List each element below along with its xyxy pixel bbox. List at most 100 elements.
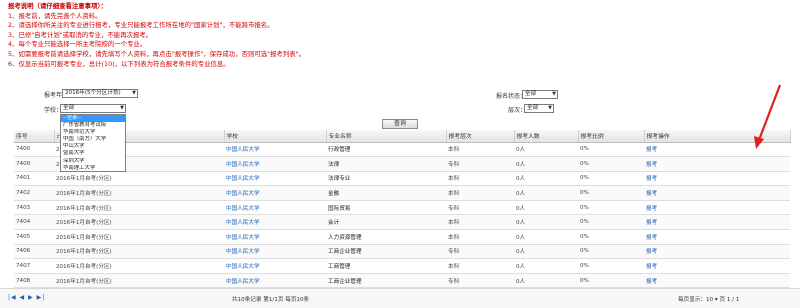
notice-line: 1、报考前，请先完善个人资料。: [8, 11, 102, 20]
cell-ratio: 0%: [578, 171, 644, 187]
cell-count: 0人: [514, 156, 578, 172]
table-row: 74002016年（1-5月）（分区）中国人民大学行政管理本科0人0%报考: [14, 142, 790, 158]
cell-school[interactable]: 中国人民大学: [224, 142, 326, 158]
cell-action[interactable]: 报考: [644, 273, 790, 289]
cell-action[interactable]: 报考: [644, 214, 790, 231]
cell-level: 本科: [446, 214, 514, 231]
cell-level: 专科: [446, 244, 514, 260]
level-select-value: 全部: [527, 105, 539, 111]
cell-plan: 2016年1月自考(分区): [54, 258, 224, 274]
cell-ratio: 0%: [578, 244, 644, 260]
cell-count: 0人: [514, 214, 578, 231]
dropdown-option[interactable]: 华南理工大学: [61, 165, 125, 172]
notice-line: 2、请选择你所关注的专业进行报考，专业只能报考工作所在地的"国家计划"，不能跨市…: [8, 21, 274, 30]
table-row: 7405 2016年1月自考(分区) 中国人民大学 人力资源管理 本科 0人 0% 报考: [14, 229, 790, 245]
cell-count: 0人: [514, 200, 578, 216]
col-header-index[interactable]: 序号: [14, 130, 55, 143]
cell-action[interactable]: 报考: [644, 244, 790, 260]
cell-ratio: 0%: [578, 229, 644, 245]
dropdown-option[interactable]: 深圳大学: [61, 158, 125, 165]
col-header-count[interactable]: 报考人数: [514, 130, 579, 143]
col-header-school[interactable]: 学校: [224, 130, 327, 143]
col-header-level[interactable]: 报考层次: [446, 130, 515, 143]
cell-ratio: 0%: [578, 214, 644, 231]
cell-action[interactable]: 报考: [644, 156, 790, 172]
cell-major: 人力资源管理: [326, 229, 446, 245]
cell-major: 行政管理: [326, 142, 446, 158]
table-row: 7404 2016年1月自考(分区) 中国人民大学 会计 本科 0人 0% 报考: [14, 214, 790, 231]
year-select[interactable]: 2016年(5个分区计划) ▼: [62, 89, 138, 98]
cell-index: 7400: [14, 156, 54, 172]
dropdown-option[interactable]: 华南师范大学: [61, 129, 125, 136]
query-button[interactable]: 查询: [382, 119, 418, 129]
cell-school[interactable]: 中国人民大学: [224, 229, 326, 245]
col-header-major[interactable]: 专业名称: [326, 130, 447, 143]
chevron-down-icon: ▼: [552, 91, 556, 97]
cell-plan: 2016年1月自考(分区): [54, 185, 224, 201]
cell-major: 会计: [326, 214, 446, 231]
cell-action[interactable]: 报考: [644, 258, 790, 274]
cell-school[interactable]: 中国人民大学: [224, 156, 326, 172]
status-select-value: 全部: [525, 91, 537, 97]
cell-ratio: 0%: [578, 200, 644, 216]
cell-index: 7402: [14, 185, 54, 201]
cell-major: 法律专业: [326, 171, 446, 187]
pagination-bar: |◀ ◀ ▶ ▶| 共10条记录 第1/1页 每页10条 每页显示：10 ▾ 页…: [0, 288, 800, 308]
cell-action[interactable]: 报考: [644, 171, 790, 187]
status-select[interactable]: 全部 ▼: [522, 90, 558, 99]
cell-count: 0人: [514, 142, 578, 158]
notice-line: 5、如需要报考前请选择学校，请先填写个人资料，再点击"报考操作"，保存成功，否则…: [8, 49, 306, 58]
cell-school[interactable]: 中国人民大学: [224, 273, 326, 289]
notice-title: 报考说明（请仔细查看注意事项）：: [8, 2, 108, 10]
school-select[interactable]: 全部 ▼: [60, 104, 126, 113]
dropdown-option[interactable]: --全部--: [61, 115, 125, 123]
cell-action[interactable]: 报考: [644, 229, 790, 245]
cell-action[interactable]: 报考: [644, 185, 790, 201]
table-header-row: 序号 计划名称 学校 专业名称 报考层次 报考人数 报考比例 报考操作: [14, 130, 791, 143]
year-select-value: 2016年(5个分区计划): [65, 90, 121, 96]
cell-school[interactable]: 中国人民大学: [224, 258, 326, 274]
cell-major: 国际贸易: [326, 200, 446, 216]
cell-index: 7403: [14, 200, 54, 216]
col-header-ratio[interactable]: 报考比例: [578, 130, 645, 143]
cell-plan: 2016年1月自考(分区): [54, 214, 224, 231]
cell-level: 本科: [446, 258, 514, 274]
notice-line: 4、每个专业只能选择一所主考院校的一个专业。: [8, 40, 147, 49]
pager-size[interactable]: 每页显示：10 ▾ 页 1 / 1: [678, 295, 739, 303]
chevron-down-icon: ▼: [132, 90, 136, 96]
cell-plan: 2016年1月自考(分区): [54, 171, 224, 187]
pager-nav-icons[interactable]: |◀ ◀ ▶ ▶|: [8, 294, 45, 301]
cell-level: 本科: [446, 185, 514, 201]
cell-ratio: 0%: [578, 273, 644, 289]
cell-level: 专科: [446, 273, 514, 289]
cell-school[interactable]: 中国人民大学: [224, 185, 326, 201]
table-row: 7406 2016年1月自考(分区) 中国人民大学 工商企业管理 专科 0人 0% 报考: [14, 244, 790, 260]
cell-action[interactable]: 报考: [644, 200, 790, 216]
cell-school[interactable]: 中国人民大学: [224, 214, 326, 231]
dropdown-option[interactable]: 中山大学: [61, 143, 125, 150]
cell-action[interactable]: 报考: [644, 142, 790, 158]
school-select-value: 全部: [63, 105, 75, 111]
level-select[interactable]: 全部 ▼: [524, 104, 554, 113]
cell-index: 7404: [14, 214, 54, 231]
col-header-action[interactable]: 报考操作: [644, 130, 791, 143]
pager-info: 共10条记录 第1/1页 每页10条: [232, 297, 310, 303]
cell-count: 0人: [514, 171, 578, 187]
cell-count: 0人: [514, 244, 578, 260]
cell-ratio: 0%: [578, 142, 644, 158]
notice-block: 报考说明（请仔细查看注意事项）： 1、报考前，请先完善个人资料。 2、请选择你所…: [8, 2, 788, 69]
plan-table: 序号 计划名称 学校 专业名称 报考层次 报考人数 报考比例 报考操作 7400…: [14, 130, 791, 289]
cell-major: 工商管理: [326, 258, 446, 274]
cell-index: 7407: [14, 258, 54, 274]
notice-line: 3、已修"自考计划"或取消的专业，不能再次报考。: [8, 30, 153, 39]
dropdown-option[interactable]: 暨南大学: [61, 150, 125, 157]
cell-count: 0人: [514, 258, 578, 274]
cell-school[interactable]: 中国人民大学: [224, 200, 326, 216]
cell-school[interactable]: 中国人民大学: [224, 171, 326, 187]
dropdown-option[interactable]: 广东省教育考试院: [61, 122, 125, 129]
cell-plan: 2016年1月自考(分区): [54, 273, 224, 289]
dropdown-option[interactable]: 中国（南方）大学: [61, 136, 125, 143]
table-row: 7401 2016年1月自考(分区) 中国人民大学 法律专业 本科 0人 0% 报考: [14, 171, 790, 187]
cell-school[interactable]: 中国人民大学: [224, 244, 326, 260]
cell-index: 7408: [14, 273, 54, 289]
